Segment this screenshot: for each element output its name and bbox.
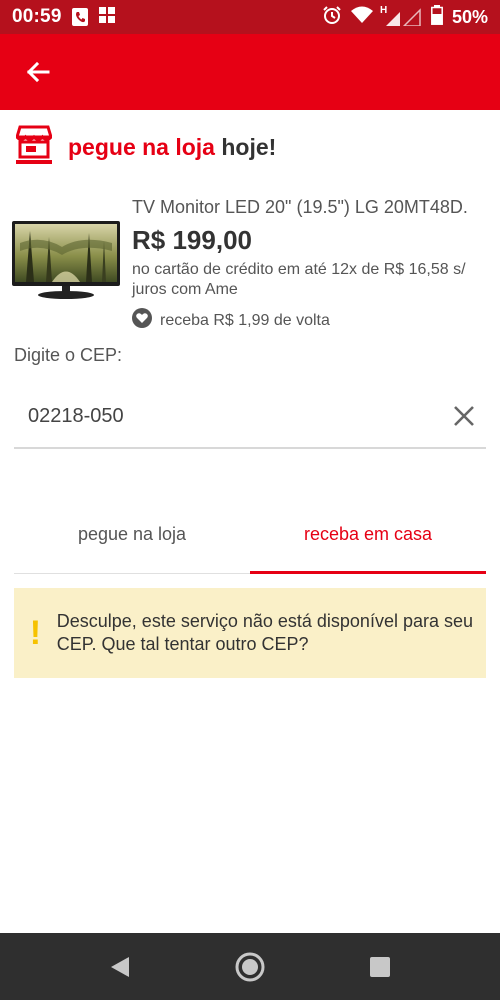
page-title-suffix: hoje! [221, 133, 277, 160]
battery-percent: 50% [451, 6, 488, 27]
unavailable-warning: ! Desculpe, este serviço não está dispon… [14, 588, 486, 678]
cep-input[interactable] [14, 404, 394, 428]
product-image [12, 221, 120, 301]
gallery-notification-icon [98, 6, 116, 29]
close-icon [454, 406, 474, 426]
phone-notification-icon [71, 8, 88, 26]
arrow-left-icon [26, 61, 50, 83]
status-time: 00:59 [12, 6, 62, 27]
clear-cep-button[interactable] [444, 396, 484, 436]
product-price: R$ 199,00 [132, 225, 252, 255]
store-pickup-header: pegue na loja hoje! [14, 125, 276, 170]
signal-icon: H [379, 5, 422, 26]
status-right: H 50% [322, 4, 488, 30]
cep-label: Digite o CEP: [14, 345, 123, 365]
cashback-text: receba R$ 1,99 de volta [160, 311, 330, 329]
warning-message: Desculpe, este serviço não está disponív… [56, 611, 474, 654]
status-left: 00:59 [12, 6, 116, 29]
cashback-row: receba R$ 1,99 de volta [132, 308, 492, 333]
delivery-tabs: pegue na loja receba em casa [14, 496, 486, 574]
network-type-label: H [379, 5, 388, 16]
page-title: pegue na loja hoje! [68, 134, 276, 161]
wifi-icon [350, 6, 373, 29]
warning-icon: ! [29, 613, 42, 652]
product-info: TV Monitor LED 20" (19.5") LG 20MT48D. R… [132, 195, 492, 333]
cep-field [14, 385, 486, 449]
page-title-highlight: pegue na loja [68, 133, 215, 160]
nav-home-button[interactable] [230, 947, 270, 987]
battery-icon [431, 4, 443, 30]
back-triangle-icon [111, 956, 129, 977]
product-name: TV Monitor LED 20" (19.5") LG 20MT48D. [132, 197, 468, 217]
store-icon [14, 125, 54, 170]
alarm-icon [322, 5, 342, 30]
product-installments: no cartão de crédito em até 12x de R$ 16… [132, 261, 466, 298]
app-bar [0, 34, 500, 110]
status-bar: 00:59 H 50% [0, 0, 500, 34]
nav-back-button[interactable] [100, 947, 140, 987]
nav-recents-button[interactable] [360, 947, 400, 987]
home-circle-icon [235, 952, 265, 981]
heart-icon [132, 308, 152, 333]
recents-square-icon [370, 956, 390, 977]
tab-pegue-na-loja[interactable]: pegue na loja [14, 496, 250, 573]
tab-receba-em-casa[interactable]: receba em casa [250, 496, 486, 574]
back-button[interactable] [22, 56, 54, 88]
system-nav-bar [0, 933, 500, 1000]
